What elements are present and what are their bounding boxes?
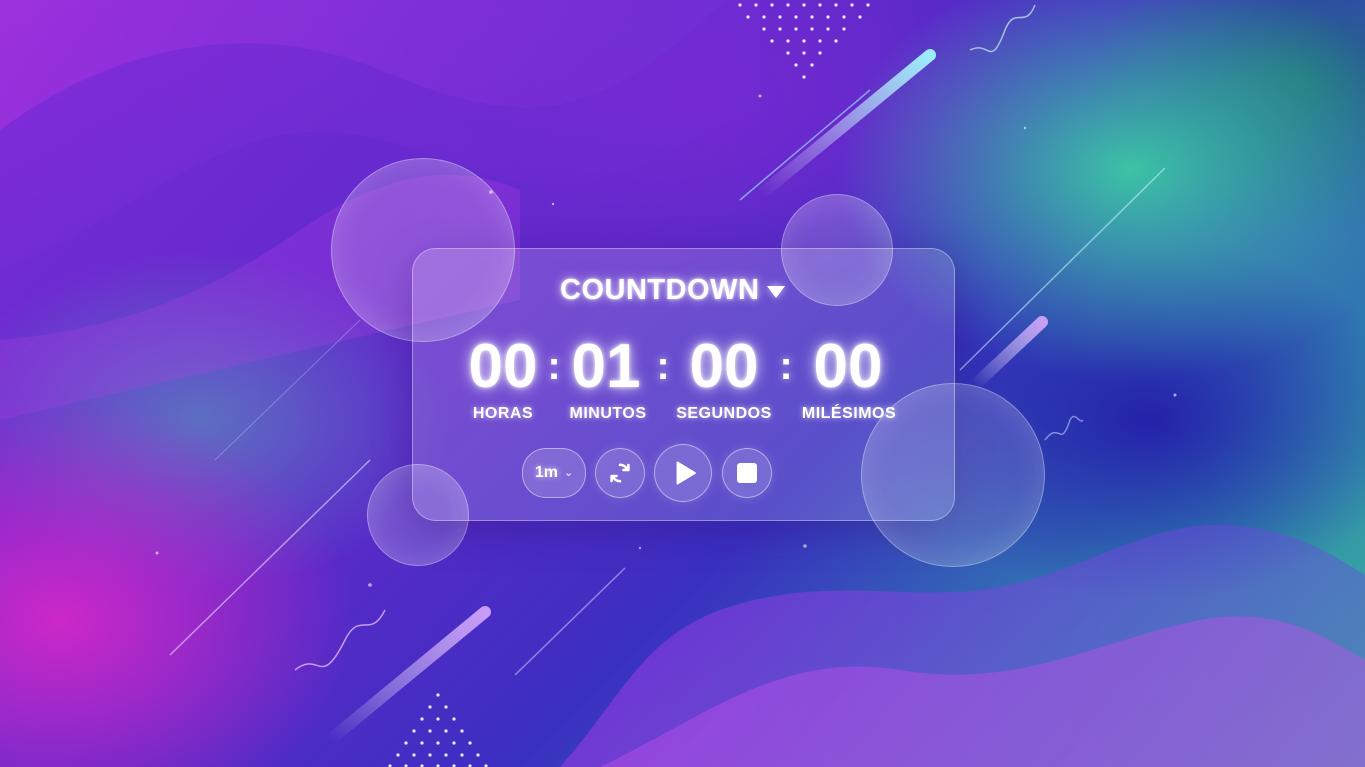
mode-title: COUNTDOWN [560,274,760,306]
minutes-label: MINUTOS [569,405,647,422]
seconds-value: 00 [689,332,759,401]
caret-down-icon [767,285,786,298]
reset-button[interactable] [595,448,645,498]
milliseconds-label: MILÉSIMOS [801,405,897,422]
light-line [959,167,1166,371]
light-beam [969,316,1048,391]
minutes-value: 01 [571,332,641,401]
preset-duration-select[interactable]: 1m ⌄ [522,448,586,498]
milliseconds-value: 00 [813,332,883,401]
hours-label: HORAS [472,405,534,422]
hours-value: 00 [468,332,538,401]
mode-dropdown[interactable]: COUNTDOWN [560,274,786,307]
squiggle [294,609,386,671]
time-separator: : [656,344,670,388]
light-line [514,567,626,676]
background: COUNTDOWN 00 : 01 : 00 : 00 HORAS MINUTO… [0,0,1365,767]
light-beam [754,49,936,201]
play-button[interactable] [654,444,712,502]
play-icon [676,461,696,485]
light-beam [324,606,491,746]
light-line [169,459,371,656]
time-separator: : [779,344,793,388]
chevron-down-icon: ⌄ [563,466,574,479]
stop-icon [737,463,757,483]
stop-button[interactable] [722,448,772,498]
time-separator: : [547,344,561,388]
seconds-label: SEGUNDOS [676,405,772,422]
squiggle [1044,415,1084,441]
preset-duration-value: 1m [534,464,558,481]
refresh-icon [610,463,630,483]
dot-pattern [388,693,488,767]
squiggle [969,4,1036,53]
